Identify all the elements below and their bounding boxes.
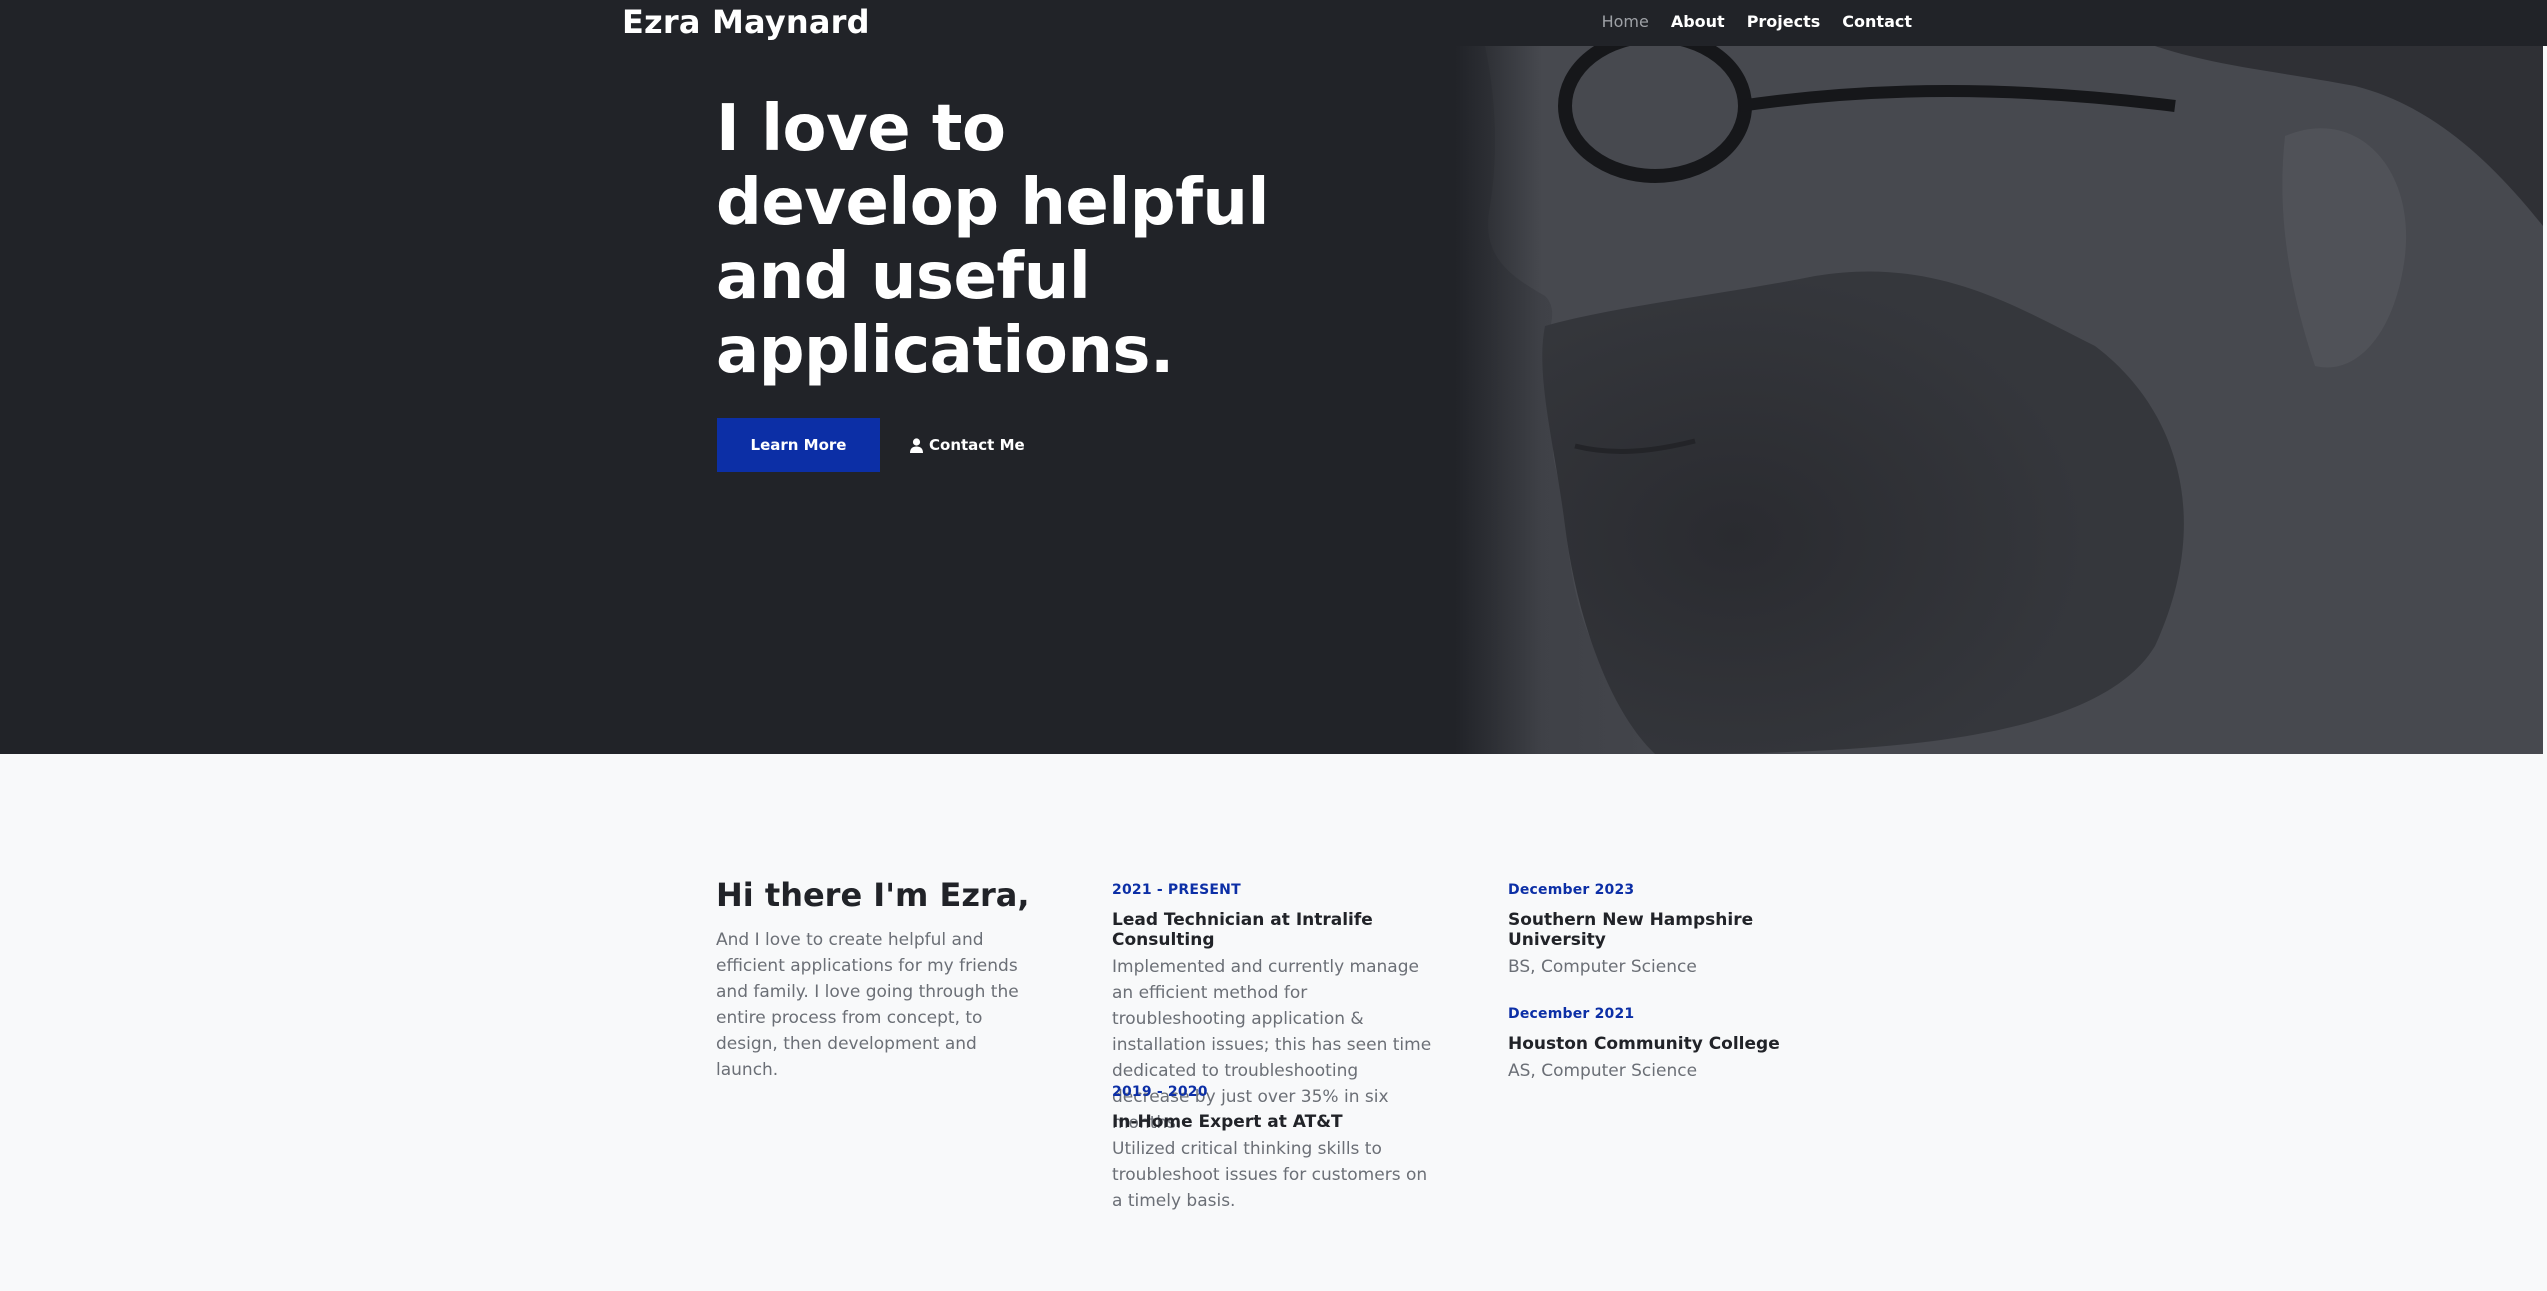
experience-date: 2019 - 2020 — [1112, 1084, 1208, 1100]
experience-title: In-Home Expert at AT&T — [1112, 1112, 1343, 1132]
education-degree: AS, Computer Science — [1508, 1061, 1698, 1081]
nav-link-about[interactable]: About — [1671, 12, 1725, 31]
brand-logo[interactable]: Ezra Maynard — [622, 3, 870, 41]
nav-links: Home About Projects Contact — [1602, 12, 1912, 31]
hero-portrait-image — [1455, 46, 2543, 754]
about-paragraph: And I love to create helpful and efficie… — [716, 930, 1019, 1080]
education-school: Houston Community College — [1508, 1034, 1780, 1054]
education-date: December 2023 — [1508, 882, 1635, 898]
education-entry: December 2021 Houston Community College … — [1508, 1006, 1828, 1084]
education-school: Southern New Hampshire University — [1508, 910, 1754, 950]
education-degree: BS, Computer Science — [1508, 957, 1697, 977]
nav-link-home[interactable]: Home — [1602, 12, 1649, 31]
learn-more-button[interactable]: Learn More — [717, 418, 880, 472]
experience-description: Utilized critical thinking skills to tro… — [1112, 1139, 1428, 1211]
nav-link-contact[interactable]: Contact — [1842, 12, 1912, 31]
contact-me-label: Contact Me — [929, 436, 1025, 454]
nav-link-projects[interactable]: Projects — [1747, 12, 1821, 31]
about-heading: Hi there I'm Ezra, — [716, 876, 1030, 914]
experience-title: Lead Technician at Intralife Consulting — [1112, 910, 1373, 950]
top-navbar: Ezra Maynard Home About Projects Contact — [0, 0, 2547, 46]
education-entry: December 2023 Southern New Hampshire Uni… — [1508, 882, 1828, 980]
experience-date: 2021 - PRESENT — [1112, 882, 1241, 898]
experience-entry: 2019 - 2020 In-Home Expert at AT&T Utili… — [1112, 1084, 1432, 1214]
user-icon — [910, 437, 923, 453]
education-date: December 2021 — [1508, 1006, 1635, 1022]
hero-headline: I love to develop helpful and useful app… — [716, 92, 1269, 388]
hero-section: I love to develop helpful and useful app… — [0, 46, 2543, 754]
contact-me-button[interactable]: Contact Me — [910, 418, 1025, 472]
